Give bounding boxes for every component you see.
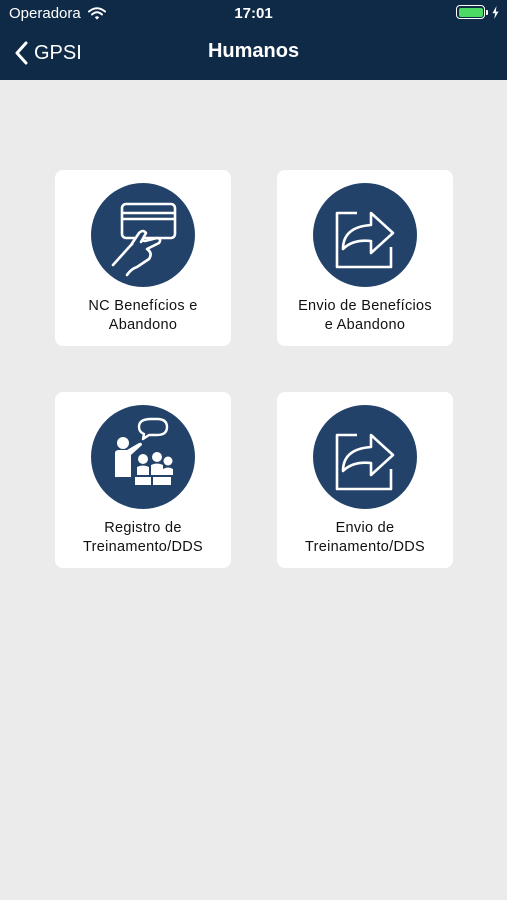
share-arrow-icon — [335, 433, 395, 491]
bolt-icon — [492, 5, 499, 19]
status-time: 17:01 — [234, 5, 273, 22]
tile-label-line1: Registro de — [104, 520, 182, 536]
battery-full-icon — [456, 5, 485, 19]
tile-icon-circle — [91, 405, 195, 509]
tile-registro-treinamento-dds[interactable]: Registro de Treinamento/DDS — [55, 392, 231, 568]
tile-label: Registro de Treinamento/DDS — [61, 519, 225, 557]
tile-label: Envio de Benefícios e Abandono — [283, 297, 447, 335]
top-bar: Operadora 17:01 GPSI Humanos — [0, 0, 507, 80]
training-presentation-icon — [115, 417, 173, 485]
status-bar: Operadora 17:01 — [0, 0, 507, 28]
battery-group — [456, 5, 499, 19]
tile-label-line1: Envio de Benefícios — [298, 298, 432, 314]
tile-icon-circle — [313, 183, 417, 287]
navigation-bar: GPSI Humanos — [0, 30, 507, 76]
tile-nc-beneficios-abandono[interactable]: NC Benefícios e Abandono — [55, 170, 231, 346]
card-hand-icon — [111, 202, 177, 277]
tile-label-line1: Envio de — [335, 520, 395, 536]
share-arrow-icon — [335, 211, 395, 269]
tile-label: Envio de Treinamento/DDS — [283, 519, 447, 557]
tile-icon-circle — [91, 183, 195, 287]
tile-label-line2: Treinamento/DDS — [304, 539, 425, 555]
tile-envio-beneficios-abandono[interactable]: Envio de Benefícios e Abandono — [277, 170, 453, 346]
tile-label-line2: e Abandono — [324, 317, 406, 333]
page-title: Humanos — [207, 40, 300, 62]
tile-icon-circle — [313, 405, 417, 509]
battery-nub — [486, 9, 488, 15]
tile-label-line1: NC Benefícios e — [88, 298, 198, 314]
tile-label: NC Benefícios e Abandono — [61, 297, 225, 335]
tile-label-line2: Abandono — [108, 317, 178, 333]
tile-label-line2: Treinamento/DDS — [82, 539, 203, 555]
tile-envio-treinamento-dds[interactable]: Envio de Treinamento/DDS — [277, 392, 453, 568]
